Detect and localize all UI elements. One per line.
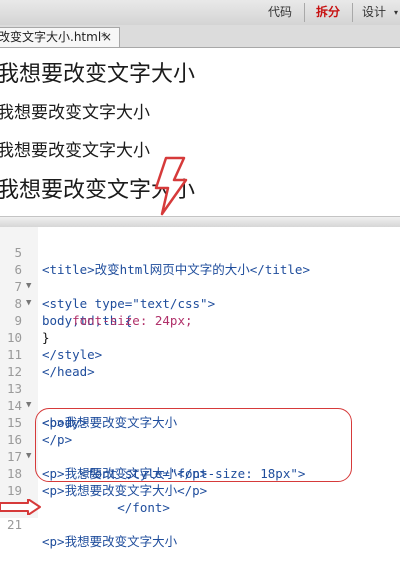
code-line: 13 ▼ <body> [0,363,400,430]
code-line: 11 </head> [0,329,400,379]
code-line: 8 font-size: 24px; [0,278,400,328]
code-line: 20 [0,482,400,515]
preview-paragraph-24px: 我想要改变文字大小 [0,62,196,87]
preview-paragraph-18px: 我想要改变文字大小 [0,103,150,123]
code-line: 10 </style> [0,312,400,362]
code-text: <p>我想要改变文字大小 [42,534,178,549]
document-tab-title: 改变文字大小.html* [0,30,108,44]
highlight-annotation-oval [35,408,352,482]
code-line: 14 <p>我想要改变文字大小 [0,380,400,430]
document-tab[interactable]: 改变文字大小.html* × [0,27,120,47]
toolbar-separator [352,3,353,22]
code-line: 21 <p>我想要改变文字大小 [0,499,400,549]
design-view-button[interactable]: 设计 [354,0,394,25]
preview-paragraph-18px: 我想要改变文字大小 [0,141,150,161]
code-editor[interactable]: 5 <title>改变html网页中文字的大小</title> 6 ▼ <sty… [0,227,400,549]
code-line: 12 [0,346,400,379]
arrow-right-icon [0,499,41,515]
code-line: 6 ▼ <style type="text/css"> [0,244,400,311]
close-icon[interactable]: × [102,28,112,47]
code-view-button[interactable]: 代码 [258,0,302,25]
code-line: 5 <title>改变html网页中文字的大小</title> [0,227,400,277]
lightning-bolt-icon [154,156,188,216]
code-line: 9 } [0,295,400,345]
chevron-down-icon[interactable]: ▾ [392,0,400,25]
line-number: 21 [6,517,22,532]
view-toolbar: 代码 拆分 设计 ▾ [0,0,400,26]
design-preview-pane: 我想要改变文字大小 我想要改变文字大小 我想要改变文字大小 我想要改变文字大小 [0,48,400,216]
code-line: 7 ▼ body,td,th { [0,261,400,328]
document-tabbar: 改变文字大小.html* × [0,25,400,48]
toolbar-separator [304,3,305,22]
split-view-button[interactable]: 拆分 [306,0,350,25]
